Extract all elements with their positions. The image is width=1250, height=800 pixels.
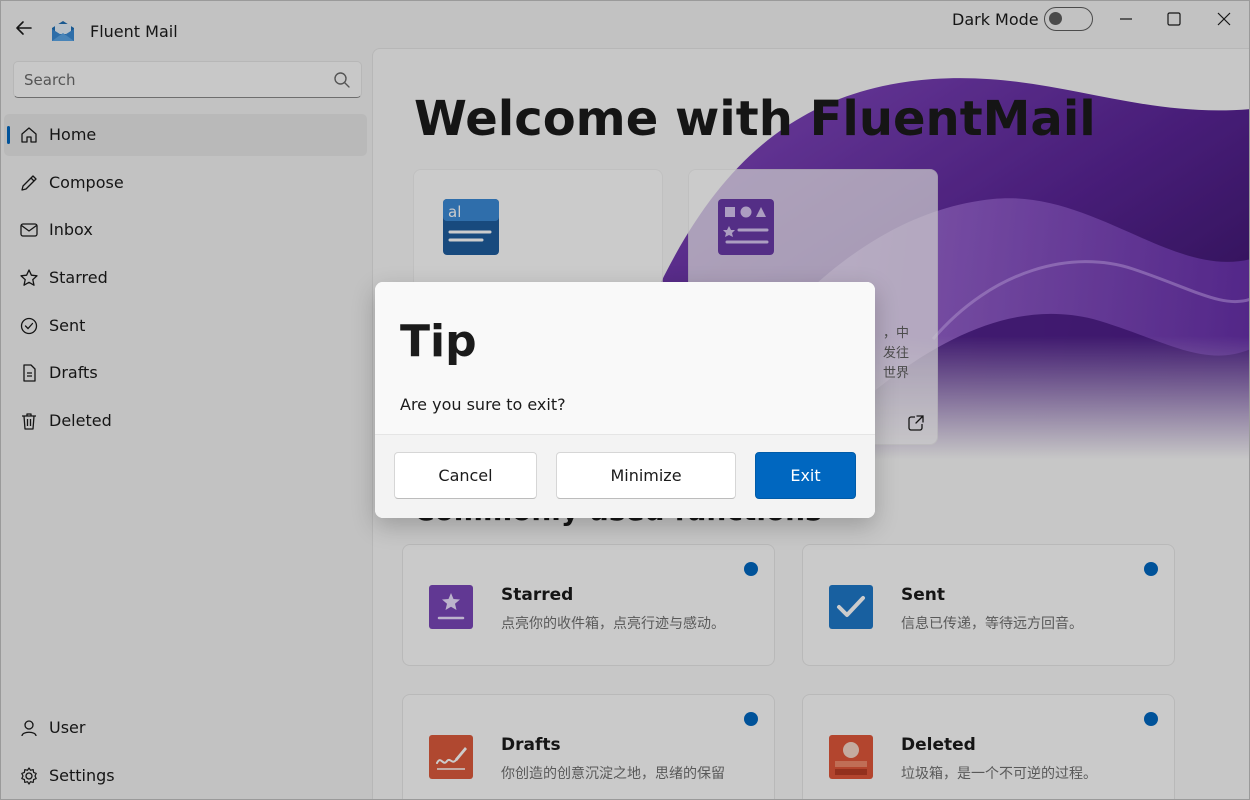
- minimize-button[interactable]: Minimize: [556, 452, 736, 499]
- exit-button[interactable]: Exit: [755, 452, 856, 499]
- dialog-message: Are you sure to exit?: [400, 395, 566, 414]
- dialog-title: Tip: [400, 316, 477, 367]
- cancel-button[interactable]: Cancel: [394, 452, 537, 499]
- app-window: Fluent Mail Dark Mode Home: [0, 0, 1250, 800]
- exit-dialog: Tip Are you sure to exit? Cancel Minimiz…: [375, 282, 875, 518]
